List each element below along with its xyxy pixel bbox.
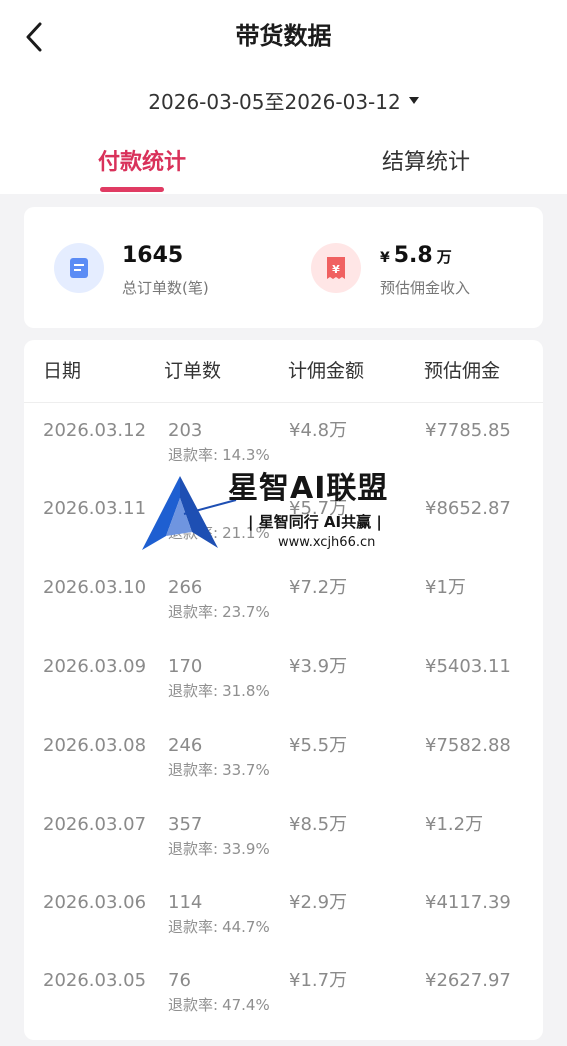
table-row: 2026.03.09 170 退款率: 31.8% ¥3.9万 ¥5403.11 <box>24 654 543 732</box>
row-orders: 246 <box>168 735 203 756</box>
row-refund-rate: 退款率: 44.7% <box>168 916 270 938</box>
active-tab-indicator <box>100 187 164 192</box>
date-range-selector[interactable]: 2026-03-05至2026-03-12 <box>0 86 567 115</box>
total-orders-label: 总订单数(笔) <box>122 279 209 297</box>
row-orders: 203 <box>168 420 203 441</box>
row-amount: ¥3.9万 <box>289 656 348 677</box>
refund-rate-label: 退款率: <box>168 761 219 779</box>
row-commission: ¥2627.97 <box>425 970 511 991</box>
row-refund-rate: 退款率: 33.9% <box>168 838 270 860</box>
row-refund-rate: 退款率: 23.7% <box>168 601 270 623</box>
refund-rate-label: 退款率: <box>168 840 219 858</box>
row-orders: 266 <box>168 577 203 598</box>
row-orders: 357 <box>168 814 203 835</box>
row-orders: 76 <box>168 970 191 991</box>
refund-rate-value: 33.7% <box>222 761 270 779</box>
table-row: 2026.03.05 76 退款率: 47.4% ¥1.7万 ¥2627.97 <box>24 968 543 1046</box>
refund-rate-value: 44.7% <box>222 918 270 936</box>
summary-card: 1645 总订单数(笔) ¥ ¥ 5.8 万 预估佣金收入 <box>24 207 543 328</box>
row-date: 2026.03.08 <box>43 735 147 756</box>
row-amount: ¥5.7万 <box>289 498 348 519</box>
caret-down-icon <box>408 97 419 104</box>
row-refund-rate: 退款率: 47.4% <box>168 994 270 1016</box>
row-date: 2026.03.06 <box>43 892 147 913</box>
row-refund-rate: 退款率: 14.3% <box>168 444 270 466</box>
row-amount: ¥5.5万 <box>289 735 348 756</box>
table-row: 2026.03.11 退款率: 21.1% ¥5.7万 ¥8652.87 <box>24 496 543 574</box>
row-date: 2026.03.11 <box>43 498 147 519</box>
row-orders: 114 <box>168 892 203 913</box>
row-date: 2026.03.09 <box>43 656 147 677</box>
column-header-amount: 计佣金额 <box>288 360 365 382</box>
refund-rate-label: 退款率: <box>168 524 219 542</box>
commission-unit: 万 <box>436 248 452 266</box>
table-row: 2026.03.10 266 退款率: 23.7% ¥7.2万 ¥1万 <box>24 575 543 653</box>
refund-rate-label: 退款率: <box>168 446 219 464</box>
date-range-text: 2026-03-05至2026-03-12 <box>148 90 401 114</box>
row-commission: ¥5403.11 <box>425 656 511 677</box>
top-bar: 带货数据 2026-03-05至2026-03-12 付款统计 结算统计 <box>0 0 567 194</box>
row-commission: ¥1万 <box>425 577 466 598</box>
table-header: 日期 订单数 计佣金额 预估佣金 <box>24 340 543 403</box>
svg-text:¥: ¥ <box>332 263 340 276</box>
column-header-date: 日期 <box>43 360 82 382</box>
row-amount: ¥1.7万 <box>289 970 348 991</box>
commission-icon: ¥ <box>311 243 361 293</box>
row-commission: ¥8652.87 <box>425 498 511 519</box>
refund-rate-value: 14.3% <box>222 446 270 464</box>
refund-rate-value: 23.7% <box>222 603 270 621</box>
row-date: 2026.03.05 <box>43 970 147 991</box>
table-row: 2026.03.06 114 退款率: 44.7% ¥2.9万 ¥4117.39 <box>24 890 543 968</box>
refund-rate-label: 退款率: <box>168 918 219 936</box>
tab-settlement-stats[interactable]: 结算统计 <box>284 148 567 178</box>
row-amount: ¥7.2万 <box>289 577 348 598</box>
refund-rate-label: 退款率: <box>168 996 219 1014</box>
row-commission: ¥4117.39 <box>425 892 511 913</box>
page-title: 带货数据 <box>235 22 332 50</box>
column-header-commission: 预估佣金 <box>424 360 501 382</box>
row-refund-rate: 退款率: 21.1% <box>168 522 270 544</box>
table-row: 2026.03.12 203 退款率: 14.3% ¥4.8万 ¥7785.85 <box>24 418 543 496</box>
row-amount: ¥8.5万 <box>289 814 348 835</box>
total-orders-value: 1645 <box>122 243 184 268</box>
currency-symbol: ¥ <box>380 250 390 266</box>
estimated-commission-value: ¥ 5.8 万 <box>380 241 452 273</box>
row-commission: ¥7582.88 <box>425 735 511 756</box>
refund-rate-label: 退款率: <box>168 603 219 621</box>
row-amount: ¥2.9万 <box>289 892 348 913</box>
row-refund-rate: 退款率: 31.8% <box>168 680 270 702</box>
row-date: 2026.03.07 <box>43 814 147 835</box>
row-refund-rate: 退款率: 33.7% <box>168 759 270 781</box>
row-date: 2026.03.12 <box>43 420 147 441</box>
refund-rate-value: 31.8% <box>222 682 270 700</box>
row-orders: 170 <box>168 656 203 677</box>
row-amount: ¥4.8万 <box>289 420 348 441</box>
row-date: 2026.03.10 <box>43 577 147 598</box>
row-commission: ¥1.2万 <box>425 814 484 835</box>
table-row: 2026.03.07 357 退款率: 33.9% ¥8.5万 ¥1.2万 <box>24 812 543 890</box>
table-row: 2026.03.08 246 退款率: 33.7% ¥5.5万 ¥7582.88 <box>24 733 543 811</box>
daily-data-table: 日期 订单数 计佣金额 预估佣金 2026.03.12 203 退款率: 14.3… <box>24 340 543 1040</box>
row-commission: ¥7785.85 <box>425 420 511 441</box>
commission-number: 5.8 <box>393 243 433 268</box>
tab-payment-stats[interactable]: 付款统计 <box>0 148 284 178</box>
refund-rate-label: 退款率: <box>168 682 219 700</box>
refund-rate-value: 47.4% <box>222 996 270 1014</box>
column-header-orders: 订单数 <box>164 360 222 382</box>
refund-rate-value: 33.9% <box>222 840 270 858</box>
estimated-commission-label: 预估佣金收入 <box>380 279 471 297</box>
refund-rate-value: 21.1% <box>222 524 270 542</box>
order-icon <box>54 243 104 293</box>
